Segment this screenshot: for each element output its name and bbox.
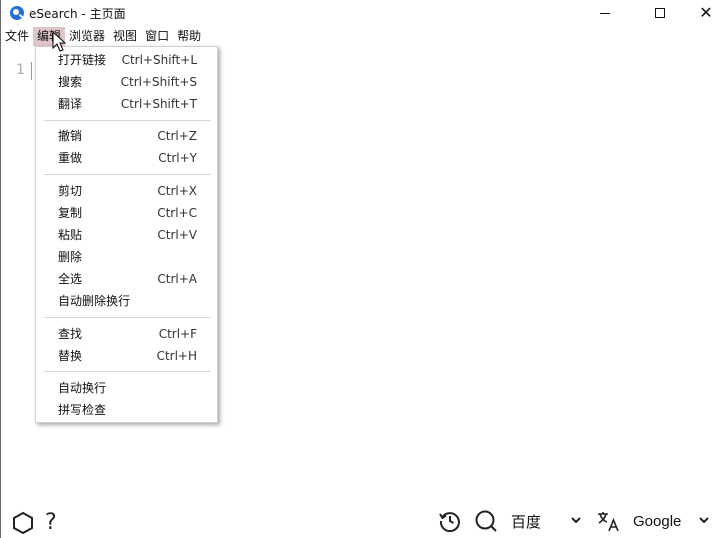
edit-menu-dropdown: 打开链接 Ctrl+Shift+L 搜索 Ctrl+Shift+S 翻译 Ctr… bbox=[35, 46, 218, 423]
menu-item-delete[interactable]: 删除 bbox=[36, 246, 217, 268]
search-engine-select[interactable]: 百度 bbox=[511, 510, 541, 534]
minimize-button[interactable] bbox=[582, 0, 628, 26]
menu-item-cut[interactable]: 剪切 Ctrl+X bbox=[36, 180, 217, 202]
menu-item-label: 翻译 bbox=[58, 97, 83, 111]
menu-item-auto-remove-newlines[interactable]: 自动删除换行 bbox=[36, 290, 217, 312]
menu-item-label: 重做 bbox=[58, 151, 83, 165]
app-window: eSearch - 主页面 ✕ 文件 编辑 浏览器 视图 窗口 帮助 1 打开链… bbox=[0, 0, 720, 538]
app-icon bbox=[10, 6, 24, 20]
menu-file[interactable]: 文件 bbox=[1, 27, 33, 46]
translate-icon[interactable] bbox=[596, 509, 620, 533]
text-caret[interactable] bbox=[31, 62, 32, 80]
menu-item-shortcut: Ctrl+H bbox=[156, 349, 197, 363]
menu-item-word-wrap[interactable]: 自动换行 bbox=[36, 377, 217, 399]
menu-item-label: 复制 bbox=[58, 206, 83, 220]
menu-item-paste[interactable]: 粘贴 Ctrl+V bbox=[36, 224, 217, 246]
menu-item-select-all[interactable]: 全选 Ctrl+A bbox=[36, 268, 217, 290]
history-icon[interactable] bbox=[438, 509, 462, 533]
maximize-icon bbox=[655, 8, 665, 18]
menu-item-label: 全选 bbox=[58, 272, 83, 286]
mouse-pointer-icon bbox=[52, 31, 66, 52]
minimize-icon bbox=[600, 12, 610, 14]
menu-bar: 文件 编辑 浏览器 视图 窗口 帮助 bbox=[1, 27, 205, 46]
menu-item-shortcut: Ctrl+Shift+S bbox=[120, 75, 197, 89]
search-icon[interactable] bbox=[474, 509, 498, 533]
menu-browser[interactable]: 浏览器 bbox=[65, 27, 109, 46]
menu-item-search[interactable]: 搜索 Ctrl+Shift+S bbox=[36, 71, 217, 93]
menu-item-find[interactable]: 查找 Ctrl+F bbox=[36, 323, 217, 345]
menu-item-shortcut: Ctrl+Shift+L bbox=[121, 53, 197, 67]
menu-item-label: 剪切 bbox=[58, 184, 83, 198]
menu-item-shortcut: Ctrl+V bbox=[157, 228, 197, 242]
menu-item-label: 搜索 bbox=[58, 75, 83, 89]
menu-item-shortcut: Ctrl+X bbox=[157, 184, 197, 198]
menu-item-label: 删除 bbox=[58, 250, 83, 264]
menu-item-undo[interactable]: 撤销 Ctrl+Z bbox=[36, 125, 217, 147]
help-icon[interactable]: ? bbox=[45, 511, 57, 535]
menu-item-label: 查找 bbox=[58, 327, 83, 341]
menu-item-redo[interactable]: 重做 Ctrl+Y bbox=[36, 147, 217, 169]
chevron-down-icon[interactable] bbox=[698, 514, 710, 526]
menu-item-shortcut: Ctrl+Shift+T bbox=[120, 97, 197, 111]
maximize-button[interactable] bbox=[637, 0, 683, 26]
chevron-down-icon[interactable] bbox=[570, 514, 582, 526]
menu-separator bbox=[44, 317, 211, 318]
translate-engine-select[interactable]: Google bbox=[633, 510, 681, 534]
menu-item-replace[interactable]: 替换 Ctrl+H bbox=[36, 345, 217, 367]
menu-item-label: 替换 bbox=[58, 349, 83, 363]
window-title: eSearch - 主页面 bbox=[29, 7, 126, 21]
menu-item-label: 拼写检查 bbox=[58, 403, 107, 417]
menu-item-spell-check[interactable]: 拼写检查 bbox=[36, 399, 217, 421]
hexagon-icon[interactable] bbox=[11, 511, 35, 535]
menu-item-translate[interactable]: 翻译 Ctrl+Shift+T bbox=[36, 93, 217, 115]
menu-item-shortcut: Ctrl+Z bbox=[157, 129, 197, 143]
menu-item-label: 撤销 bbox=[58, 129, 83, 143]
menu-item-shortcut: Ctrl+A bbox=[157, 272, 197, 286]
close-button[interactable]: ✕ bbox=[683, 0, 720, 26]
menu-window[interactable]: 窗口 bbox=[141, 27, 173, 46]
bottom-left-tools: ? bbox=[11, 509, 57, 537]
close-icon: ✕ bbox=[699, 3, 713, 22]
menu-item-shortcut: Ctrl+C bbox=[157, 206, 197, 220]
menu-separator bbox=[44, 371, 211, 372]
menu-help[interactable]: 帮助 bbox=[173, 27, 205, 46]
menu-separator bbox=[44, 174, 211, 175]
menu-item-label: 自动删除换行 bbox=[58, 294, 131, 308]
menu-item-shortcut: Ctrl+F bbox=[158, 327, 197, 341]
menu-item-label: 粘贴 bbox=[58, 228, 83, 242]
menu-separator bbox=[44, 120, 211, 121]
menu-item-shortcut: Ctrl+Y bbox=[158, 151, 197, 165]
menu-view[interactable]: 视图 bbox=[109, 27, 141, 46]
line-number: 1 bbox=[16, 62, 25, 78]
title-bar[interactable]: eSearch - 主页面 ✕ bbox=[1, 0, 720, 26]
menu-item-copy[interactable]: 复制 Ctrl+C bbox=[36, 202, 217, 224]
menu-item-label: 自动换行 bbox=[58, 381, 107, 395]
